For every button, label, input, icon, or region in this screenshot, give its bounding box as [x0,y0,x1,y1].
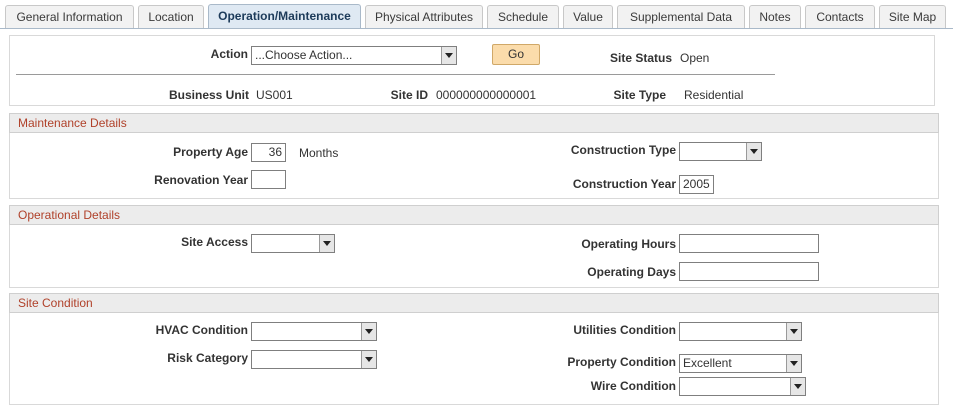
operational-details-header: Operational Details [9,205,939,225]
site-id-label: Site ID [390,88,428,102]
chevron-down-icon [786,355,801,372]
tab-schedule[interactable]: Schedule [487,5,559,28]
property-age-input[interactable]: 36 [251,143,286,162]
hvac-condition-label: HVAC Condition [155,323,248,337]
site-type-value: Residential [684,88,744,102]
operating-hours-label: Operating Hours [581,237,676,251]
chevron-down-icon [790,378,805,395]
tab-value[interactable]: Value [563,5,613,28]
construction-year-label: Construction Year [572,177,676,191]
tab-supplemental-data[interactable]: Supplemental Data [617,5,745,28]
utilities-condition-label: Utilities Condition [573,323,676,337]
property-age-label: Property Age [173,145,248,159]
chevron-down-icon [786,323,801,340]
utilities-condition-select[interactable] [679,322,802,341]
chevron-down-icon [361,323,376,340]
site-type-label: Site Type [613,88,666,102]
site-id-value: 000000000000001 [436,88,537,102]
risk-category-select[interactable] [251,350,377,369]
operating-days-input[interactable] [679,262,819,281]
site-access-label: Site Access [181,235,248,249]
tab-bar: General Information Location Operation/M… [0,4,953,29]
property-age-unit: Months [299,146,339,160]
tab-operation-maintenance[interactable]: Operation/Maintenance [208,4,361,29]
tab-location[interactable]: Location [138,5,204,28]
chevron-down-icon [441,47,456,64]
business-unit-label: Business Unit [168,88,249,102]
wire-condition-select[interactable] [679,377,806,396]
renovation-year-input[interactable] [251,170,286,189]
hvac-condition-select[interactable] [251,322,377,341]
action-select-value: ...Choose Action... [255,48,353,62]
chevron-down-icon [361,351,376,368]
site-condition-header: Site Condition [9,293,939,313]
property-condition-value: Excellent [683,356,732,370]
action-label: Action [210,47,248,61]
chevron-down-icon [746,143,761,160]
construction-type-select[interactable] [679,142,762,161]
wire-condition-label: Wire Condition [590,379,676,393]
site-status-label: Site Status [609,51,672,65]
business-unit-value: US001 [256,88,293,102]
action-select[interactable]: ...Choose Action... [251,46,457,65]
renovation-year-label: Renovation Year [154,173,248,187]
maintenance-details-panel [9,133,939,199]
tab-general-information[interactable]: General Information [5,5,134,28]
header-divider [16,74,775,75]
chevron-down-icon [319,235,334,252]
construction-year-input[interactable]: 2005 [679,175,714,194]
go-button[interactable]: Go [492,44,540,65]
property-condition-label: Property Condition [567,355,676,369]
site-status-value: Open [680,51,710,65]
tab-contacts[interactable]: Contacts [805,5,875,28]
tab-divider [0,28,953,29]
tab-notes[interactable]: Notes [749,5,801,28]
risk-category-label: Risk Category [167,351,248,365]
property-condition-select[interactable]: Excellent [679,354,802,373]
tab-physical-attributes[interactable]: Physical Attributes [365,5,483,28]
tab-site-map[interactable]: Site Map [879,5,946,28]
site-access-select[interactable] [251,234,335,253]
operating-days-label: Operating Days [587,265,676,279]
construction-type-label: Construction Type [570,143,676,157]
operating-hours-input[interactable] [679,234,819,253]
maintenance-details-header: Maintenance Details [9,113,939,133]
